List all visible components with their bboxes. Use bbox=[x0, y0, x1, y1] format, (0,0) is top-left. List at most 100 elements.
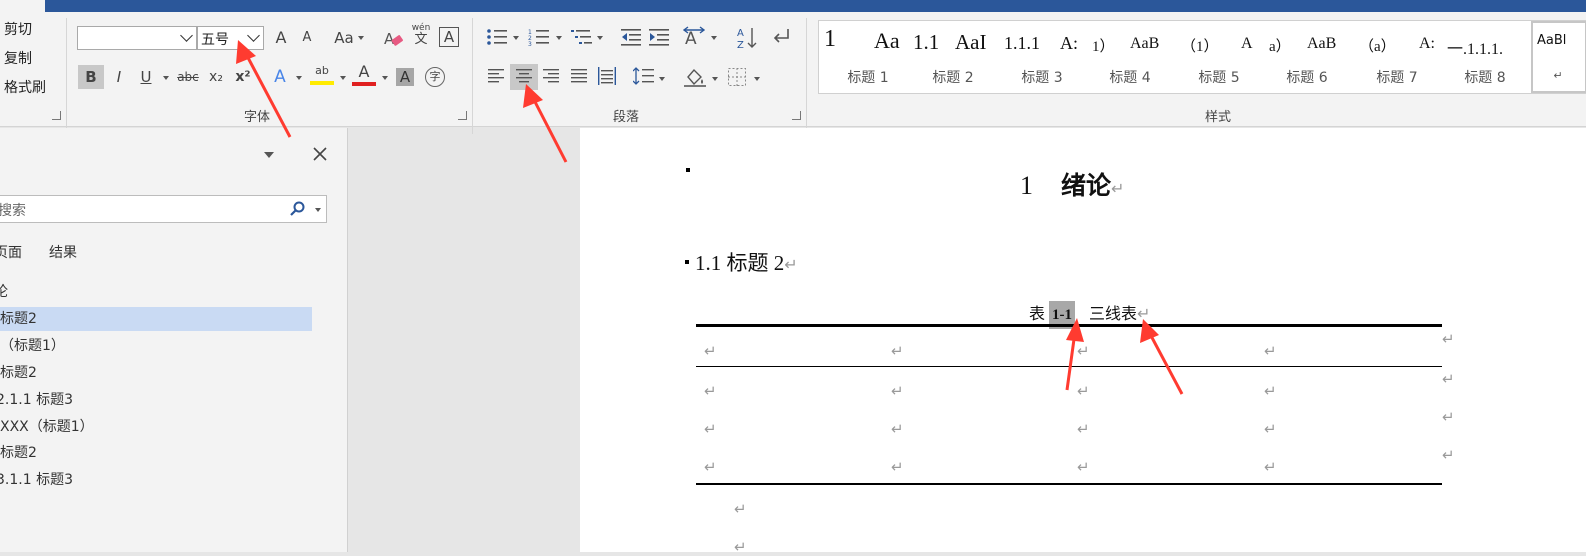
shrink-font-button[interactable]: A bbox=[298, 26, 316, 50]
chevron-down-icon[interactable] bbox=[754, 77, 760, 81]
bullets-icon[interactable] bbox=[486, 28, 508, 46]
font-dialog-launcher-icon[interactable] bbox=[458, 111, 467, 120]
style-normal[interactable]: AaBl ↵ bbox=[1531, 21, 1586, 93]
table-cell-mark[interactable]: ↵ bbox=[704, 420, 717, 438]
increase-indent-icon[interactable] bbox=[649, 28, 669, 46]
table-cell-mark[interactable]: ↵ bbox=[1077, 420, 1090, 438]
nav-heading-item[interactable]: 标题2 bbox=[0, 441, 37, 465]
nav-heading-item[interactable]: （标题1） bbox=[0, 334, 65, 358]
style-heading-1[interactable]: 1 Aa 标题 1 bbox=[824, 21, 908, 93]
bold-button[interactable]: B bbox=[78, 65, 104, 89]
nav-heading-item-selected[interactable]: 标题2 bbox=[0, 307, 312, 331]
table-cell-mark[interactable]: ↵ bbox=[891, 458, 904, 476]
align-left-icon[interactable] bbox=[488, 69, 504, 83]
chevron-down-icon[interactable] bbox=[556, 36, 562, 40]
underline-button[interactable]: U bbox=[137, 65, 155, 89]
document-page[interactable]: 1 绪论↵ 1.1 标题 2↵ 表 1-1 三线表↵ ↵ ↵ ↵ ↵ ↵ ↵ ↵ … bbox=[580, 128, 1586, 556]
table-caption[interactable]: 表 1-1 三线表↵ bbox=[1029, 300, 1150, 329]
search-field[interactable]: 搜索 bbox=[0, 195, 327, 223]
chevron-down-icon[interactable] bbox=[513, 36, 519, 40]
clear-formatting-icon[interactable]: A bbox=[384, 30, 404, 48]
heading-2[interactable]: 1.1 标题 2↵ bbox=[695, 247, 798, 277]
style-heading-5[interactable]: （1） A 标题 5 bbox=[1181, 21, 1265, 93]
table-cell-mark[interactable]: ↵ bbox=[1264, 382, 1277, 400]
chevron-down-icon[interactable] bbox=[180, 29, 193, 42]
table-cell-mark[interactable]: ↵ bbox=[891, 382, 904, 400]
chevron-down-icon[interactable] bbox=[296, 76, 302, 80]
align-center-button[interactable] bbox=[510, 64, 538, 90]
paragraph-dialog-launcher-icon[interactable] bbox=[792, 111, 801, 120]
format-painter-button[interactable]: 格式刷 bbox=[4, 77, 46, 97]
clipboard-dialog-launcher-icon[interactable] bbox=[52, 111, 61, 120]
font-color-button[interactable]: A bbox=[352, 62, 376, 86]
style-heading-4[interactable]: 1） AaB 标题 4 bbox=[1092, 21, 1176, 93]
table-cell-mark[interactable]: ↵ bbox=[1264, 458, 1277, 476]
paragraph-mark[interactable]: ↵ bbox=[734, 500, 747, 518]
decrease-indent-icon[interactable] bbox=[621, 28, 641, 46]
style-heading-7[interactable]: （a） A: 标题 7 bbox=[1359, 21, 1443, 93]
tab-results[interactable]: 结果 bbox=[49, 241, 77, 265]
line-spacing-icon[interactable] bbox=[633, 67, 655, 85]
pane-options-chevron-icon[interactable] bbox=[264, 152, 274, 158]
table-cell-mark[interactable]: ↵ bbox=[1077, 342, 1090, 360]
table-cell-mark[interactable]: ↵ bbox=[891, 420, 904, 438]
chevron-down-icon[interactable] bbox=[340, 76, 346, 80]
character-shading-button[interactable]: A bbox=[396, 68, 414, 86]
table-cell-mark[interactable]: ↵ bbox=[1077, 458, 1090, 476]
chevron-down-icon[interactable] bbox=[247, 29, 260, 42]
chevron-down-icon[interactable] bbox=[382, 76, 388, 80]
chevron-down-icon[interactable] bbox=[597, 36, 603, 40]
style-heading-2[interactable]: 1.1 AaI 标题 2 bbox=[913, 21, 997, 93]
justify-icon[interactable] bbox=[571, 69, 587, 83]
style-heading-8[interactable]: 一.1.1.1. 标题 8 bbox=[1447, 21, 1531, 93]
table-cell-mark[interactable]: ↵ bbox=[891, 342, 904, 360]
font-name-combo[interactable] bbox=[77, 26, 197, 50]
chevron-down-icon[interactable] bbox=[711, 36, 717, 40]
text-effects-button[interactable]: A bbox=[270, 65, 290, 89]
chevron-down-icon[interactable] bbox=[315, 208, 321, 212]
table-cell-mark[interactable]: ↵ bbox=[1077, 382, 1090, 400]
table-cell-mark[interactable]: ↵ bbox=[704, 382, 717, 400]
paragraph-mark[interactable]: ↵ bbox=[734, 538, 747, 556]
nav-heading-item[interactable]: XXX（标题1） bbox=[0, 415, 94, 439]
nav-heading-item[interactable]: 标题2 bbox=[0, 361, 37, 385]
copy-button[interactable]: 复制 bbox=[4, 48, 32, 68]
sort-icon[interactable]: A Z bbox=[737, 26, 757, 50]
chevron-down-icon[interactable] bbox=[163, 76, 169, 80]
align-right-icon[interactable] bbox=[543, 69, 559, 83]
highlight-button[interactable]: ab bbox=[310, 62, 334, 86]
change-case-button[interactable]: Aa bbox=[331, 26, 357, 50]
superscript-button[interactable]: x² bbox=[233, 65, 253, 89]
nav-heading-item[interactable]: 3.1.1 标题3 bbox=[0, 468, 73, 492]
subscript-button[interactable]: x₂ bbox=[206, 65, 226, 89]
character-border-button[interactable]: A bbox=[439, 27, 459, 47]
enclose-characters-button[interactable]: 字 bbox=[425, 67, 445, 87]
show-marks-icon[interactable] bbox=[772, 28, 792, 46]
chevron-down-icon[interactable] bbox=[358, 36, 364, 40]
style-heading-6[interactable]: a） AaB 标题 6 bbox=[1269, 21, 1353, 93]
shading-icon[interactable] bbox=[684, 67, 706, 87]
borders-icon[interactable] bbox=[728, 68, 746, 86]
phonetic-guide-button[interactable]: wén 文 bbox=[409, 22, 433, 52]
tab-pages[interactable]: 页面 bbox=[0, 241, 22, 265]
cut-button[interactable]: 剪切 bbox=[4, 19, 32, 39]
font-size-combo[interactable]: 五号 bbox=[197, 26, 264, 50]
style-heading-3[interactable]: 1.1.1 A: 标题 3 bbox=[1004, 21, 1088, 93]
distributed-icon[interactable] bbox=[598, 67, 616, 85]
grow-font-button[interactable]: A bbox=[272, 26, 290, 50]
table-cell-mark[interactable]: ↵ bbox=[1264, 420, 1277, 438]
table-cell-mark[interactable]: ↵ bbox=[704, 458, 717, 476]
nav-heading-item[interactable]: 2.1.1 标题3 bbox=[0, 388, 73, 412]
search-icon[interactable] bbox=[290, 201, 306, 217]
chevron-down-icon[interactable] bbox=[659, 77, 665, 81]
nav-heading-item[interactable]: 论 bbox=[0, 280, 8, 304]
table-cell-mark[interactable]: ↵ bbox=[704, 342, 717, 360]
chinese-layout-icon[interactable]: A bbox=[683, 26, 705, 48]
multilevel-list-icon[interactable] bbox=[571, 28, 593, 46]
heading-1[interactable]: 1 绪论↵ bbox=[1020, 166, 1124, 202]
close-icon[interactable] bbox=[313, 147, 327, 161]
chevron-down-icon[interactable] bbox=[712, 77, 718, 81]
italic-button[interactable]: I bbox=[110, 65, 128, 89]
numbering-icon[interactable]: 1 2 3 bbox=[528, 28, 550, 46]
table-cell-mark[interactable]: ↵ bbox=[1264, 342, 1277, 360]
